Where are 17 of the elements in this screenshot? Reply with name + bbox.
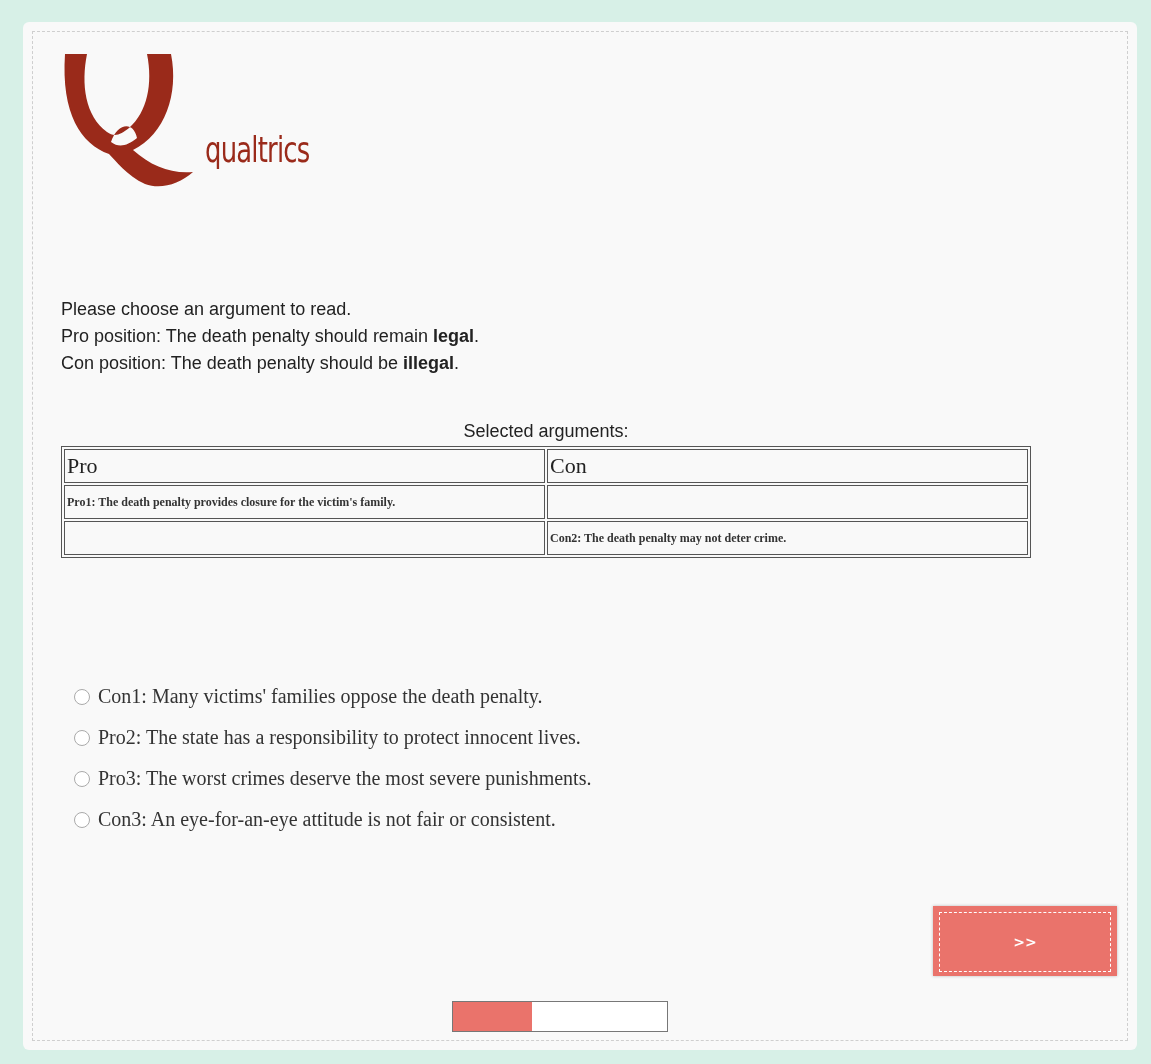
instruction-text: Pro position: The death penalty should remain legal.	[61, 325, 480, 348]
table-cell: Pro1: The death penalty provides closure for the victim's family.	[64, 485, 545, 519]
column-header: Pro	[64, 449, 545, 483]
instruction-text: Con position: The death penalty should be illegal.	[61, 352, 460, 375]
column-header: Con	[547, 449, 1028, 483]
table-caption: Selected arguments:	[462, 421, 630, 442]
choice-label[interactable]: Pro3: The worst crimes deserve the most severe punishments.	[98, 767, 592, 790]
choice-label[interactable]: Con3: An eye-for-an-eye attitude is not fair or consistent.	[98, 808, 556, 831]
instruction-text: Please choose an argument to read.	[61, 298, 353, 321]
radio-button[interactable]	[74, 729, 90, 746]
radio-button[interactable]	[74, 688, 90, 705]
choice-label[interactable]: Pro2: The state has a responsibility to protect innocent lives.	[98, 726, 581, 749]
choice-label[interactable]: Con1: Many victims' families oppose the death penalty.	[98, 685, 543, 708]
radio-button[interactable]	[74, 770, 90, 787]
logo-wordmark: qualtrics	[205, 129, 310, 170]
radio-button[interactable]	[74, 811, 90, 828]
table-cell: Con2: The death penalty may not deter crime.	[547, 521, 1028, 555]
